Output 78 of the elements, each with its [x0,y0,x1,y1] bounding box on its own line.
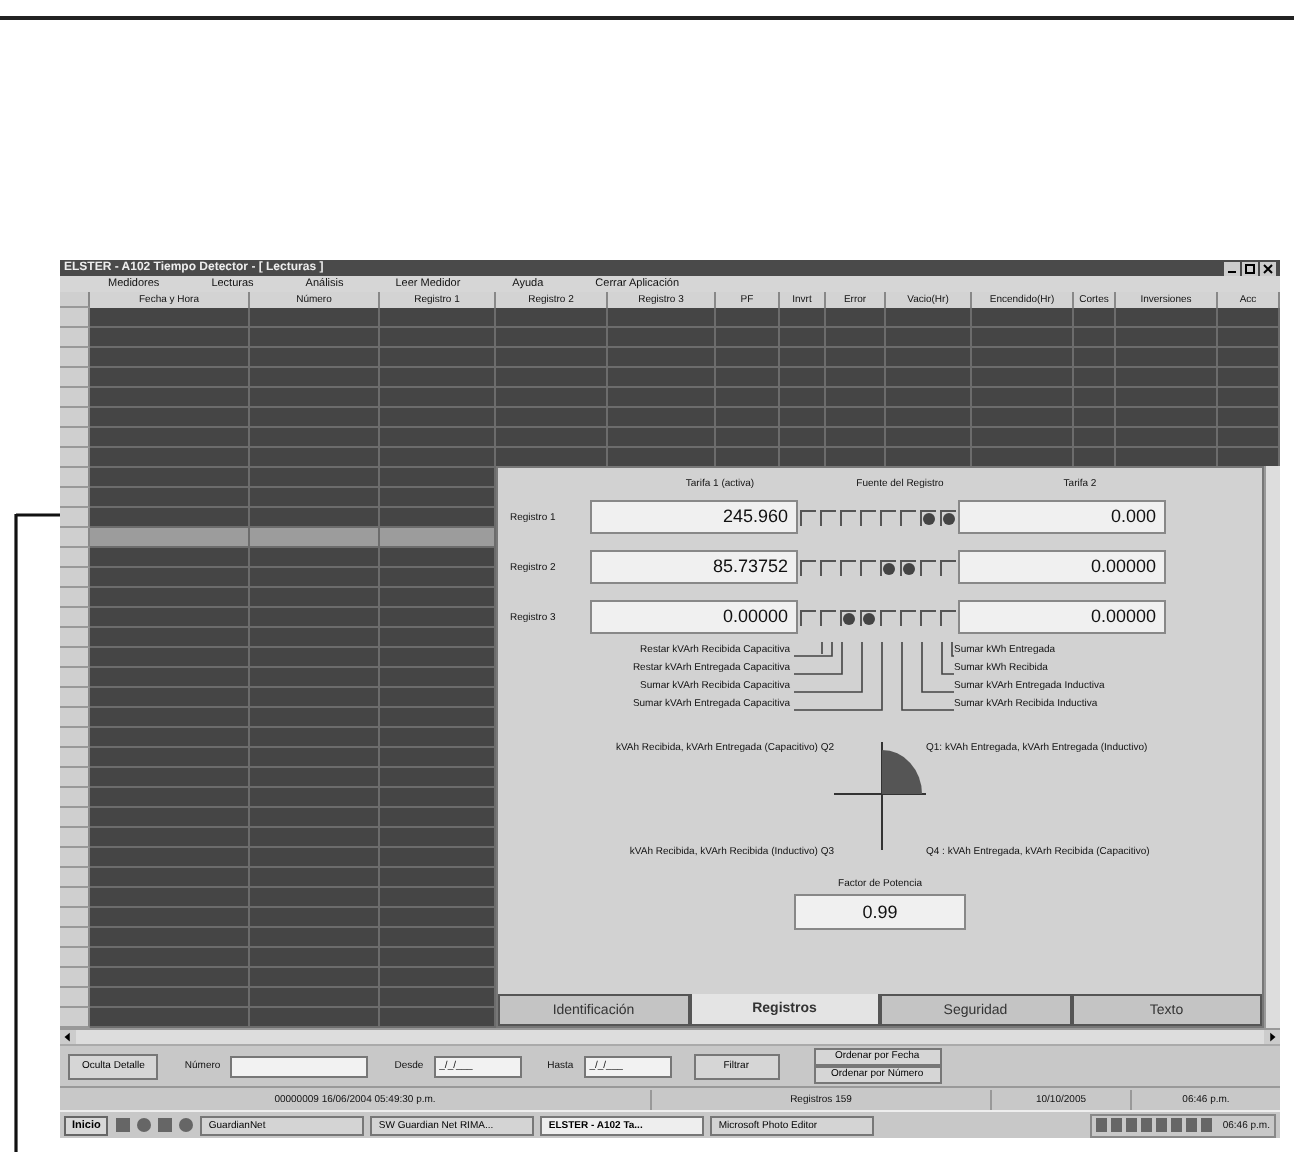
checkbox[interactable] [840,559,856,575]
row-header [60,868,90,888]
checkbox[interactable] [840,609,856,625]
checkbox[interactable] [800,559,816,575]
row-header [60,788,90,808]
vertical-scrollbar[interactable] [1264,466,1280,1028]
checkbox[interactable] [920,559,936,575]
row-header [60,688,90,708]
value-field[interactable]: 85.73752 [590,550,798,584]
value-field[interactable]: 0.00000 [958,550,1166,584]
row-header [60,308,90,328]
row-header [60,408,90,428]
row-header [60,508,90,528]
row-header [60,988,90,1008]
row-header [60,968,90,988]
horizontal-scrollbar[interactable] [60,1028,1280,1044]
value-field[interactable]: 0.000 [958,500,1166,534]
row-header [60,608,90,628]
row-header [60,888,90,908]
quadrant-axes-drawing [834,738,926,850]
checkbox[interactable] [880,509,896,525]
row-header [60,348,90,368]
row-header [60,568,90,588]
checkbox[interactable] [820,509,836,525]
value-field[interactable]: 245.960 [590,500,798,534]
tray-icons-drawing[interactable] [1096,1116,1217,1134]
row-header [60,448,90,468]
checkbox[interactable] [940,559,956,575]
value-field[interactable]: 0.00000 [590,600,798,634]
row-header [60,648,90,668]
row-header [60,428,90,448]
row-header [60,548,90,568]
checkbox[interactable] [880,559,896,575]
row-header [60,468,90,488]
row-header [60,1008,90,1028]
value-field[interactable]: 0.00000 [958,600,1166,634]
checkbox[interactable] [800,509,816,525]
checkbox[interactable] [860,509,876,525]
row-header [60,628,90,648]
row-header [60,528,90,548]
row-header [60,368,90,388]
checkbox[interactable] [940,509,956,525]
checkbox[interactable] [940,609,956,625]
checkbox[interactable] [800,609,816,625]
checkbox[interactable] [900,559,916,575]
row-header [60,928,90,948]
row-header [60,588,90,608]
checkbox[interactable] [920,609,936,625]
number-field[interactable] [230,1055,369,1077]
row-header [60,828,90,848]
checkbox[interactable] [900,609,916,625]
checkbox[interactable] [900,509,916,525]
row-header [60,328,90,348]
checkbox[interactable] [820,559,836,575]
row-header [60,768,90,788]
row-header [60,388,90,408]
row-header [60,668,90,688]
checkbox[interactable] [860,609,876,625]
row-header [60,848,90,868]
row-header [60,728,90,748]
maximize-icon[interactable] [1242,261,1258,275]
checkbox[interactable] [920,509,936,525]
row-header [60,748,90,768]
row-header [60,488,90,508]
checkbox[interactable] [880,609,896,625]
row-header [60,908,90,928]
checkbox[interactable] [840,509,856,525]
row-header [60,808,90,828]
checkbox[interactable] [820,609,836,625]
checkbox[interactable] [860,559,876,575]
close-icon[interactable] [1260,261,1276,275]
power-factor-field[interactable]: 0.99 [794,894,966,930]
row-header [60,708,90,728]
minimize-icon[interactable] [1224,261,1240,275]
left-arrow-icon[interactable] [60,1030,76,1044]
row-header [60,948,90,968]
quick-launch-icons-drawing[interactable] [114,1116,195,1134]
right-arrow-icon[interactable] [1264,1030,1280,1044]
